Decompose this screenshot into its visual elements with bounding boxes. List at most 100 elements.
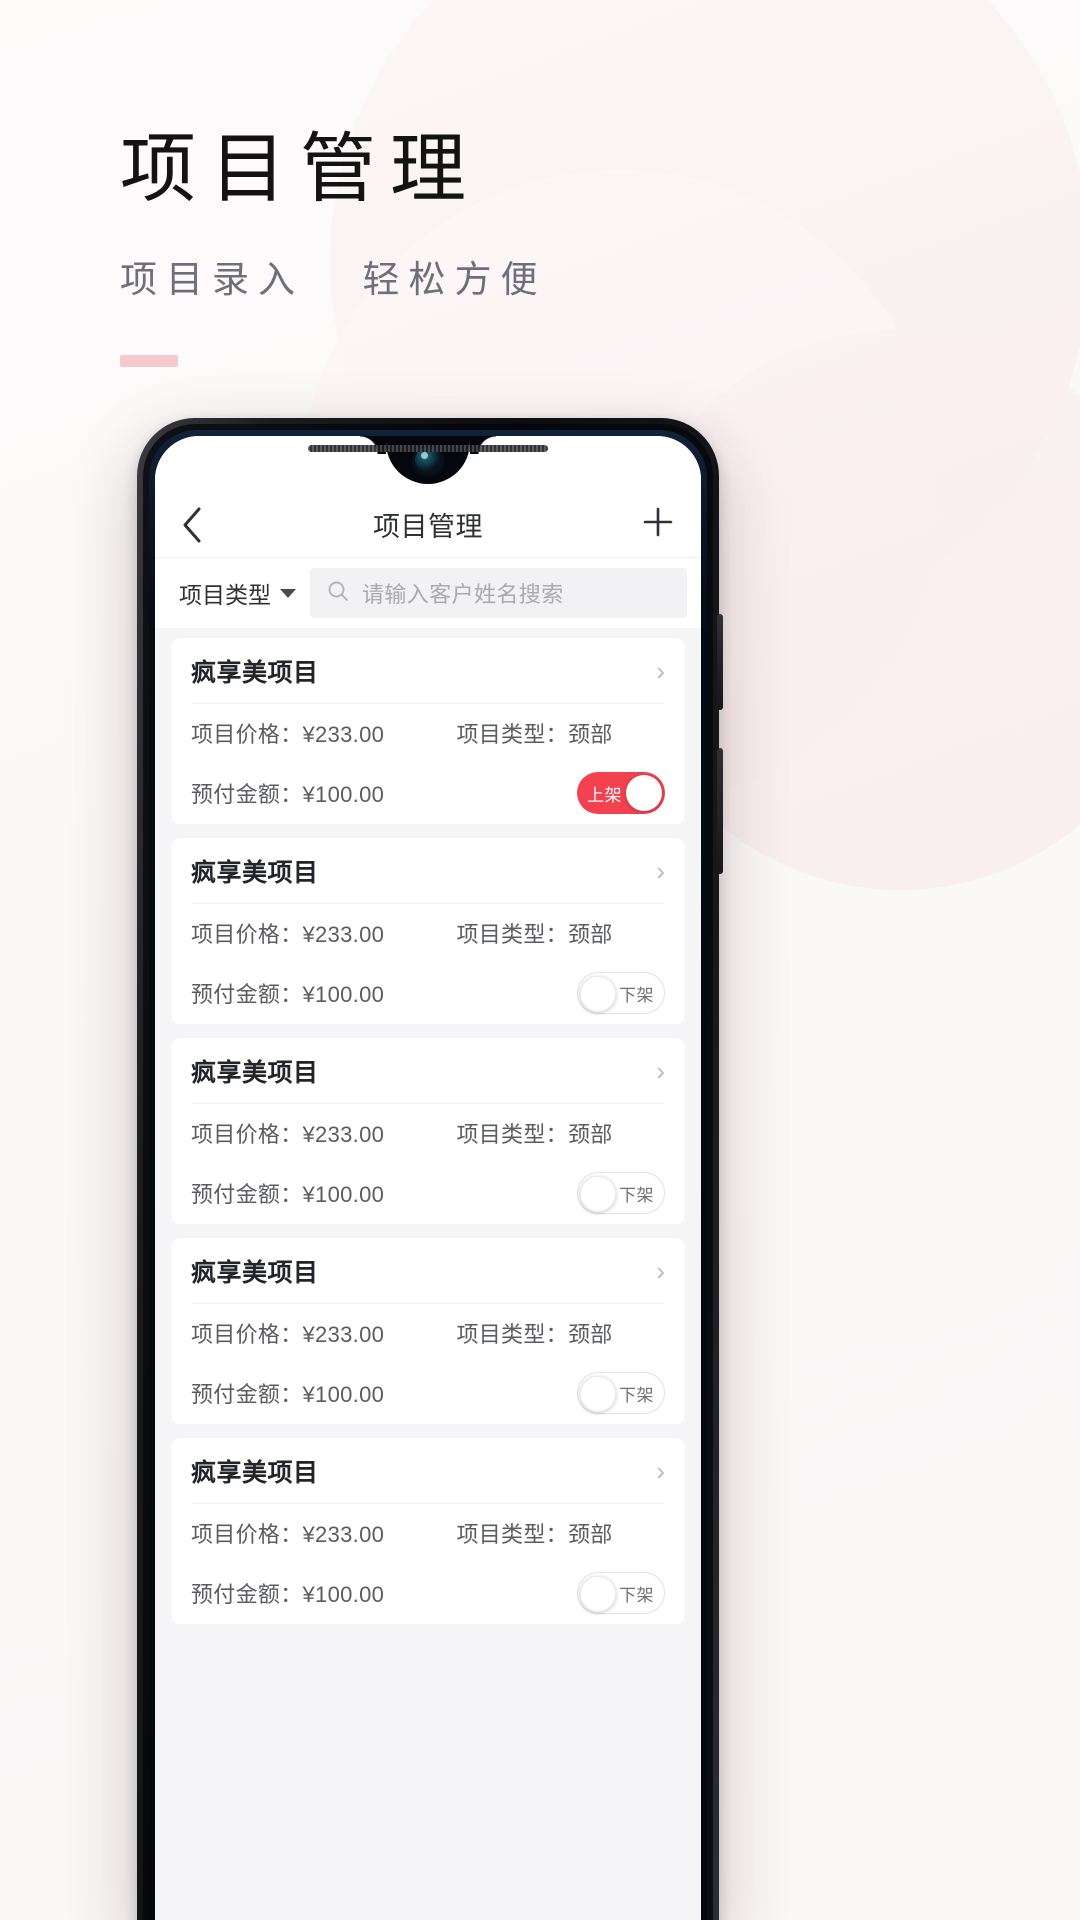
status-toggle-label: 下架 [619,1585,654,1605]
promo-headline: 项目管理 [120,128,480,212]
project-type-filter[interactable]: 项目类型 [179,576,296,610]
status-toggle[interactable]: 下架 [577,1572,665,1614]
chevron-down-icon [280,588,296,598]
project-price-value: ¥233.00 [302,1522,385,1547]
project-price-value: ¥233.00 [302,722,385,747]
project-type-value: 颈部 [567,1122,613,1147]
project-type-label: 项目类型： [456,1322,568,1347]
project-price: 项目价格：¥233.00 [191,917,456,949]
power-button[interactable] [717,748,723,874]
project-price-value: ¥233.00 [302,922,385,947]
card-header[interactable]: 疯享美项目 › [191,1238,665,1304]
card-info-row: 项目价格：¥233.00 项目类型：颈部 [191,1104,665,1162]
project-type: 项目类型：颈部 [456,1317,665,1349]
status-toggle[interactable]: 下架 [577,972,665,1014]
status-toggle[interactable]: 下架 [577,1172,665,1214]
promo-subhead-right: 轻松方便 [362,260,547,302]
search-placeholder: 请输入客户姓名搜索 [362,582,564,607]
card-info-row: 项目价格：¥233.00 项目类型：颈部 [191,904,665,962]
search-input[interactable]: 请输入客户姓名搜索 [310,568,687,618]
project-prepay-value: ¥100.00 [302,1382,385,1407]
card-prepay-row: 预付金额：¥100.00 下架 [191,1562,665,1624]
project-type-value: 颈部 [567,1322,613,1347]
promo-accent-bar [120,355,178,368]
chevron-right-icon: › [656,1455,665,1486]
project-prepay-label: 预付金额： [191,1582,303,1607]
project-price: 项目价格：¥233.00 [191,1517,456,1549]
project-price: 项目价格：¥233.00 [191,1317,456,1349]
project-type-label: 项目类型： [456,1522,568,1547]
project-prepay-label: 预付金额： [191,982,303,1007]
chevron-right-icon: › [656,1055,665,1086]
status-toggle-knob [580,976,616,1012]
card-prepay-row: 预付金额：¥100.00 下架 [191,1362,665,1424]
project-prepay: 预付金额：¥100.00 [191,1577,384,1609]
back-button[interactable] [181,503,225,547]
project-prepay: 预付金额：¥100.00 [191,1177,384,1209]
card-info-row: 项目价格：¥233.00 项目类型：颈部 [191,1504,665,1562]
project-prepay-value: ¥100.00 [302,1182,385,1207]
project-type-label: 项目类型： [456,1122,568,1147]
chevron-right-icon: › [656,855,665,886]
project-type: 项目类型：颈部 [456,717,665,749]
volume-button[interactable] [717,614,723,710]
project-price-label: 项目价格： [191,1122,303,1147]
project-list[interactable]: 疯享美项目 › 项目价格：¥233.00 项目类型：颈部 预付金额：¥100.0… [155,628,701,1920]
project-prepay-value: ¥100.00 [302,982,385,1007]
list-item[interactable]: 疯享美项目 › 项目价格：¥233.00 项目类型：颈部 预付金额：¥100.0… [171,1438,685,1624]
chevron-left-icon [181,506,203,544]
project-prepay: 预付金额：¥100.00 [191,977,384,1009]
add-project-button[interactable] [631,503,675,547]
list-item[interactable]: 疯享美项目 › 项目价格：¥233.00 项目类型：颈部 预付金额：¥100.0… [171,1238,685,1424]
card-header[interactable]: 疯享美项目 › [191,1438,665,1504]
project-name: 疯享美项目 [191,658,319,687]
page-title: 项目管理 [373,512,483,542]
project-price-label: 项目价格： [191,722,303,747]
status-toggle-label: 下架 [619,985,654,1005]
project-price-label: 项目价格： [191,1322,303,1347]
status-toggle[interactable]: 上架 [577,772,665,814]
earpiece-speaker-icon [308,445,548,452]
list-item[interactable]: 疯享美项目 › 项目价格：¥233.00 项目类型：颈部 预付金额：¥100.0… [171,838,685,1024]
status-toggle[interactable]: 下架 [577,1372,665,1414]
project-prepay-value: ¥100.00 [302,1582,385,1607]
project-name: 疯享美项目 [191,1458,319,1487]
search-icon [326,579,350,608]
project-type-filter-label: 项目类型 [179,582,271,608]
project-price-value: ¥233.00 [302,1122,385,1147]
project-type-value: 颈部 [567,722,613,747]
project-prepay: 预付金额：¥100.00 [191,1377,384,1409]
project-prepay-label: 预付金额： [191,1182,303,1207]
project-name: 疯享美项目 [191,1058,319,1087]
filter-search-bar: 项目类型 请输入客户姓名搜索 [155,558,701,628]
app-viewport: 项目管理 项目类型 请输入客户姓名搜索 疯享美项目 › 项目价格：¥233.00… [155,436,701,1920]
status-toggle-label: 上架 [587,785,622,805]
list-item[interactable]: 疯享美项目 › 项目价格：¥233.00 项目类型：颈部 预付金额：¥100.0… [171,638,685,824]
project-prepay-label: 预付金额： [191,782,303,807]
project-prepay: 预付金额：¥100.00 [191,777,384,809]
card-info-row: 项目价格：¥233.00 项目类型：颈部 [191,704,665,762]
chevron-right-icon: › [656,1255,665,1286]
promo-text-block: 项目管理 项目录入 轻松方便 [120,128,547,368]
card-info-row: 项目价格：¥233.00 项目类型：颈部 [191,1304,665,1362]
plus-icon [641,505,675,544]
status-toggle-knob [626,775,662,811]
card-prepay-row: 预付金额：¥100.00 下架 [191,1162,665,1224]
project-name: 疯享美项目 [191,1258,319,1287]
status-toggle-knob [580,1576,616,1612]
status-toggle-label: 下架 [619,1385,654,1405]
phone-mockup: 项目管理 项目类型 请输入客户姓名搜索 疯享美项目 › 项目价格：¥233.00… [137,418,723,1920]
project-type-value: 颈部 [567,922,613,947]
card-prepay-row: 预付金额：¥100.00 下架 [191,962,665,1024]
card-header[interactable]: 疯享美项目 › [191,838,665,904]
status-toggle-label: 下架 [619,1185,654,1205]
card-header[interactable]: 疯享美项目 › [191,638,665,704]
project-type-label: 项目类型： [456,922,568,947]
project-name: 疯享美项目 [191,858,319,887]
project-type: 项目类型：颈部 [456,917,665,949]
project-price-label: 项目价格： [191,922,303,947]
list-item[interactable]: 疯享美项目 › 项目价格：¥233.00 项目类型：颈部 预付金额：¥100.0… [171,1038,685,1224]
project-price-label: 项目价格： [191,1522,303,1547]
promo-subhead: 项目录入 轻松方便 [120,249,547,303]
card-header[interactable]: 疯享美项目 › [191,1038,665,1104]
